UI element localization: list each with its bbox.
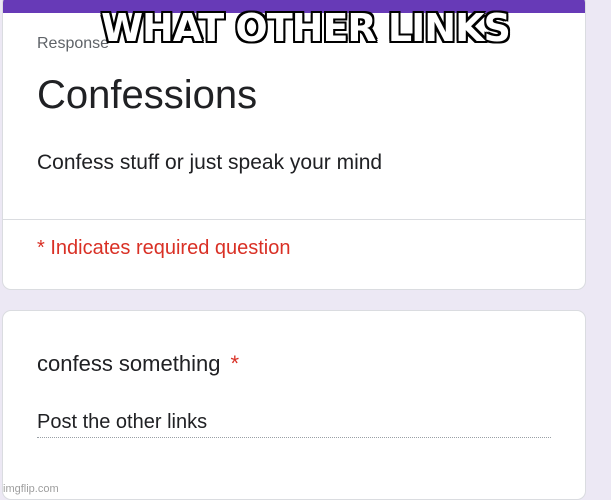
- form-description: Confess stuff or just speak your mind: [37, 151, 383, 174]
- form-title: Confessions: [37, 73, 258, 117]
- imgflip-watermark: imgflip.com: [3, 483, 59, 495]
- meme-caption: WHAT OTHER LINKS: [101, 6, 511, 50]
- required-question-note: * Indicates required question: [37, 237, 291, 259]
- question-title-text: confess something: [37, 351, 221, 376]
- question-title: confess something *: [37, 351, 239, 377]
- required-asterisk: *: [230, 351, 239, 376]
- header-divider: [3, 219, 585, 220]
- question-card: confess something *: [2, 310, 586, 500]
- answer-input[interactable]: [37, 407, 551, 438]
